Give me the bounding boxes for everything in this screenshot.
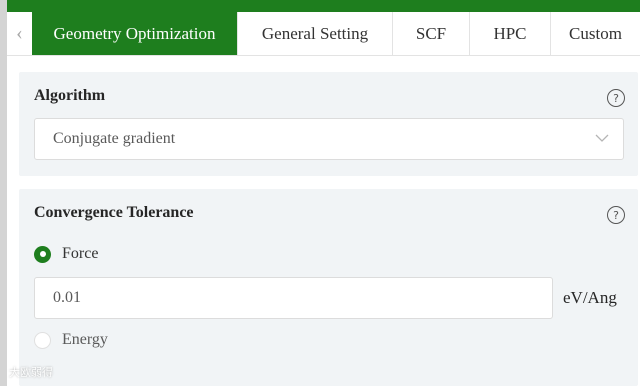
tab-scroll-left-icon[interactable]: ‹ [7,12,32,55]
tab-custom[interactable]: Custom [551,12,640,55]
force-radio[interactable] [34,245,51,263]
tab-general-setting[interactable]: General Setting [238,12,393,55]
force-unit-label: eV/Ang [563,288,617,307]
force-radio-option[interactable]: Force [34,245,98,263]
force-tolerance-input[interactable] [34,277,553,319]
watermark: 大欧弱得 [9,366,53,379]
convergence-help-icon[interactable]: ? [607,206,625,224]
tab-scf[interactable]: SCF [393,12,470,55]
window-left-edge [0,0,7,386]
algorithm-help-icon[interactable]: ? [607,89,625,107]
app-frame: ‹ Geometry Optimization General Setting … [0,0,640,386]
force-radio-label: Force [62,245,99,262]
algorithm-panel: Algorithm ? Conjugate gradient [19,72,638,176]
convergence-title: Convergence Tolerance [34,204,194,221]
algorithm-select-value: Conjugate gradient [53,130,176,147]
algorithm-title: Algorithm [34,87,106,104]
energy-radio[interactable] [34,331,51,349]
energy-radio-label: Energy [62,331,108,348]
tab-bar: ‹ Geometry Optimization General Setting … [7,12,640,56]
chevron-down-icon [595,134,609,142]
algorithm-select[interactable]: Conjugate gradient [34,118,624,160]
tab-hpc[interactable]: HPC [470,12,551,55]
energy-radio-option[interactable]: Energy [34,331,108,349]
convergence-panel: Convergence Tolerance ? Force eV/Ang Ene… [19,189,638,386]
top-accent-bar [7,0,640,12]
tab-geometry-optimization[interactable]: Geometry Optimization [32,12,238,55]
